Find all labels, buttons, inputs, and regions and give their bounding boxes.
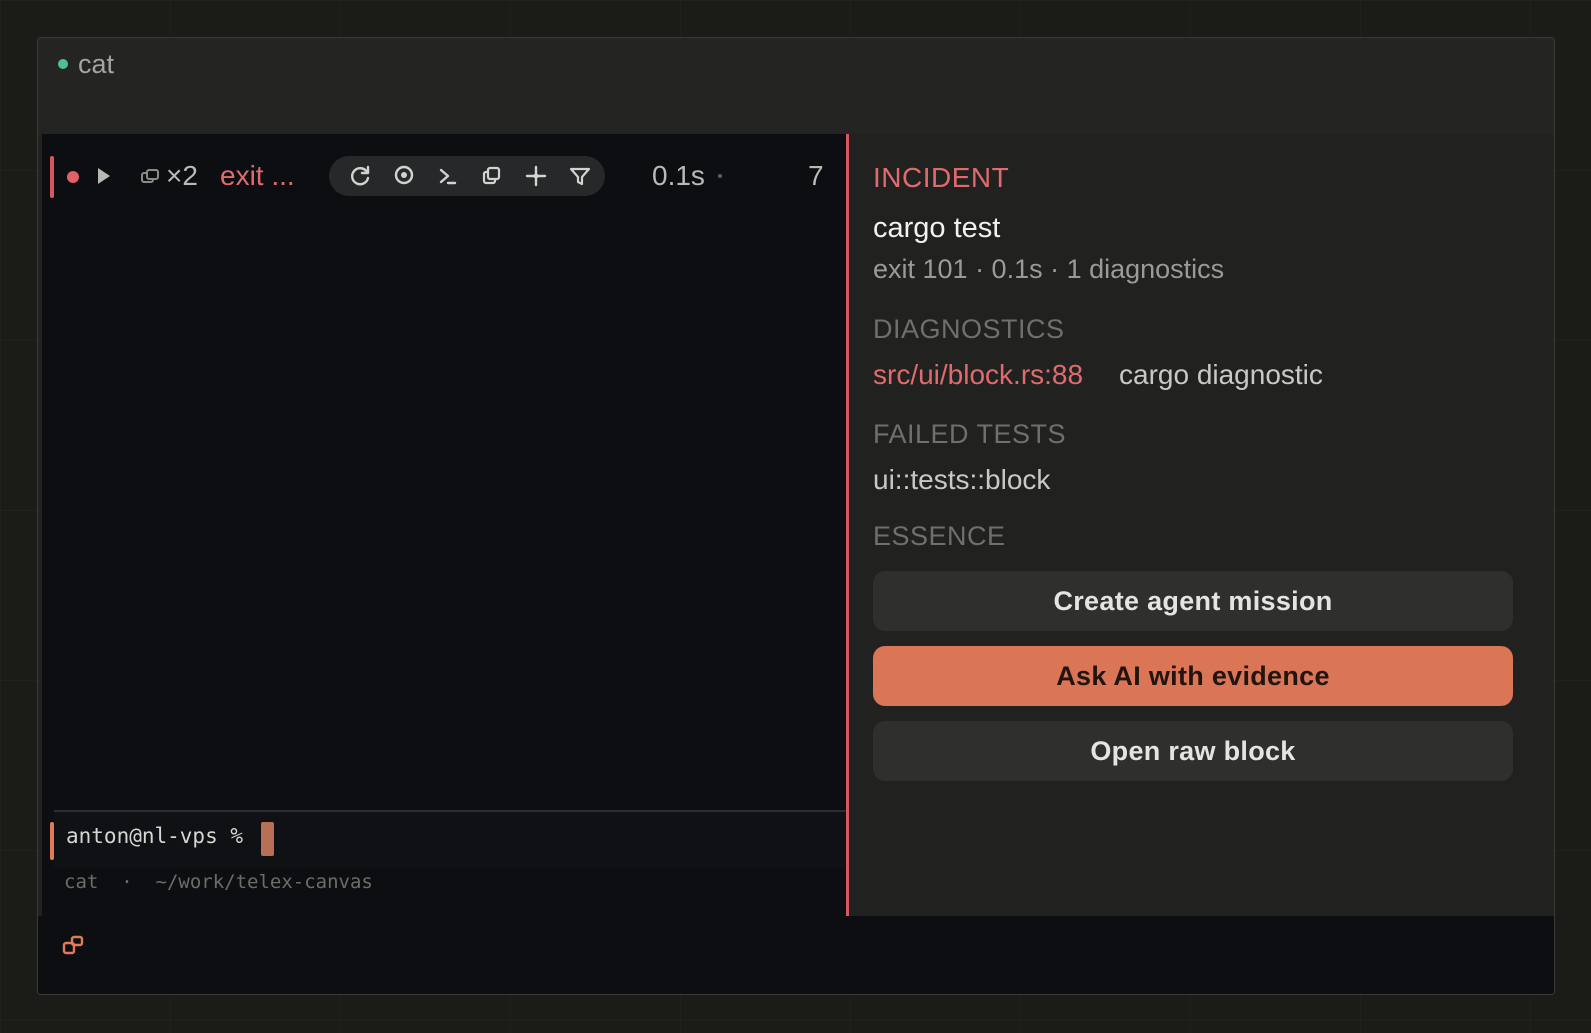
diagnostic-message: cargo diagnostic (1119, 359, 1323, 390)
error-status-dot (67, 171, 79, 183)
filter-button[interactable] (565, 161, 595, 191)
open-shell-button[interactable] (433, 161, 463, 191)
create-agent-mission-button[interactable]: Create agent mission (873, 571, 1513, 631)
duplicate-icon (141, 169, 159, 183)
failed-tests-heading: FAILED TESTS (873, 419, 1067, 449)
filter-icon (569, 167, 591, 186)
rerun-button[interactable] (345, 161, 375, 191)
incident-label: INCIDENT (873, 162, 1010, 193)
session-status-dot (58, 59, 68, 69)
ai-explain-button[interactable] (521, 161, 551, 191)
window-title: cat (78, 49, 115, 79)
incident-summary: exit 101 · 0.1s · 1 diagnostics (873, 254, 1225, 284)
copy-icon (482, 166, 501, 185)
open-raw-block-button[interactable]: Open raw block (873, 721, 1513, 781)
cwd-status-line: cat · ~/work/telex-canvas (64, 871, 373, 893)
prompt-input[interactable]: anton@nl-vps % (50, 810, 846, 868)
diagnostics-heading: DIAGNOSTICS (873, 314, 1065, 344)
stop-icon (394, 165, 414, 185)
failed-test-item[interactable]: ui::tests::block (873, 464, 1050, 496)
sparkle-icon (525, 165, 547, 187)
block-duration: 0.1s (652, 160, 705, 191)
rerun-icon (351, 165, 370, 186)
diagnostic-location-link[interactable]: src/ui/block.rs:88 (873, 359, 1083, 391)
text-cursor (261, 822, 274, 856)
separator-dot (718, 174, 722, 178)
incident-command: cargo test (873, 212, 1001, 244)
bottom-status-bar (38, 916, 1554, 994)
expand-icon[interactable] (98, 168, 110, 184)
copy-output-button[interactable] (477, 161, 507, 191)
exit-status: exit ... (220, 160, 295, 191)
prompt-accent (50, 822, 54, 860)
stop-button[interactable] (389, 161, 419, 191)
link-icon[interactable] (62, 933, 86, 957)
repeat-count: ×2 (166, 160, 198, 191)
terminal-window: cat ×2 exit ... 0.1s 7 anton@nl-vps % ca… (37, 37, 1555, 995)
block-error-accent (50, 156, 54, 198)
output-line-count: 7 (808, 160, 824, 191)
block-toolbar (329, 156, 605, 196)
terminal-pane: ×2 exit ... 0.1s 7 anton@nl-vps % cat · … (42, 134, 846, 916)
ask-ai-button[interactable]: Ask AI with evidence (873, 646, 1513, 706)
window-titlebar[interactable]: cat (38, 38, 1554, 134)
essence-heading: ESSENCE (873, 521, 1006, 551)
terminal-icon (439, 168, 457, 185)
block-header[interactable]: ×2 exit ... 0.1s 7 (42, 156, 846, 200)
incident-panel: INCIDENT cargo test exit 101 · 0.1s · 1 … (846, 134, 1551, 916)
prompt-text: anton@nl-vps % (66, 824, 244, 848)
